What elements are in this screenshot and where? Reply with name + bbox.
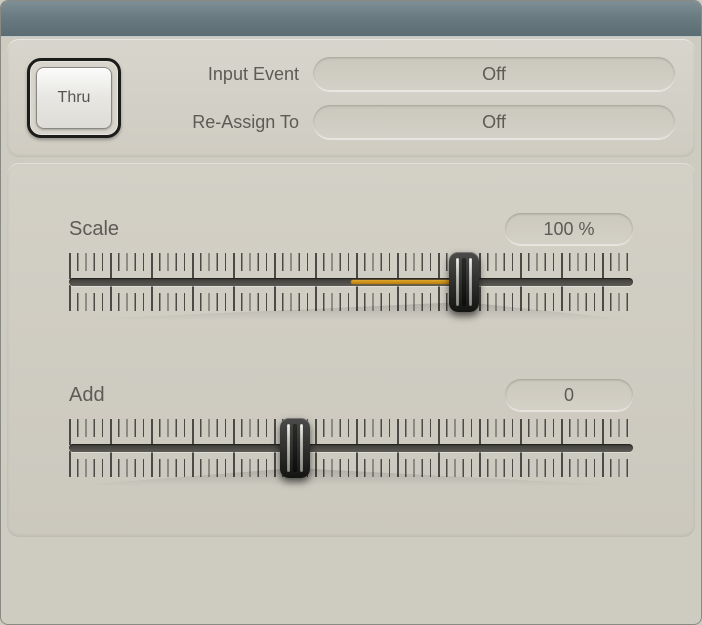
thru-frame: Thru — [27, 58, 121, 138]
add-rail — [69, 444, 633, 452]
select-input-event-value: Off — [482, 64, 506, 85]
add-value[interactable]: 0 — [505, 379, 633, 411]
scale-label: Scale — [69, 218, 119, 241]
plugin-window: Thru Input Event Off Re-Assign To Off Sc… — [0, 0, 702, 625]
add-head: Add 0 — [69, 379, 633, 411]
select-input-event[interactable]: Off — [313, 57, 675, 91]
label-reassign-to: Re-Assign To — [149, 112, 299, 133]
add-value-text: 0 — [564, 385, 574, 406]
scale-value[interactable]: 100 % — [505, 213, 633, 245]
label-input-event: Input Event — [149, 64, 299, 85]
scale-block: Scale 100 % — [69, 213, 633, 311]
scale-fill — [351, 280, 464, 284]
param-rows: Input Event Off Re-Assign To Off — [149, 57, 675, 139]
scale-value-text: 100 % — [543, 219, 594, 240]
add-slider[interactable] — [69, 419, 633, 477]
add-block: Add 0 — [69, 379, 633, 477]
scale-slider[interactable] — [69, 253, 633, 311]
scale-knob[interactable] — [449, 252, 479, 312]
slider-panel: Scale 100 % Add — [7, 163, 695, 537]
top-panel: Thru Input Event Off Re-Assign To Off — [7, 39, 695, 157]
add-knob[interactable] — [280, 418, 310, 478]
row-input-event: Input Event Off — [149, 57, 675, 91]
scale-head: Scale 100 % — [69, 213, 633, 245]
select-reassign-to-value: Off — [482, 112, 506, 133]
thru-button[interactable]: Thru — [36, 67, 112, 129]
row-reassign-to: Re-Assign To Off — [149, 105, 675, 139]
select-reassign-to[interactable]: Off — [313, 105, 675, 139]
titlebar[interactable] — [1, 1, 701, 37]
thru-label: Thru — [58, 89, 91, 107]
add-label: Add — [69, 384, 105, 407]
